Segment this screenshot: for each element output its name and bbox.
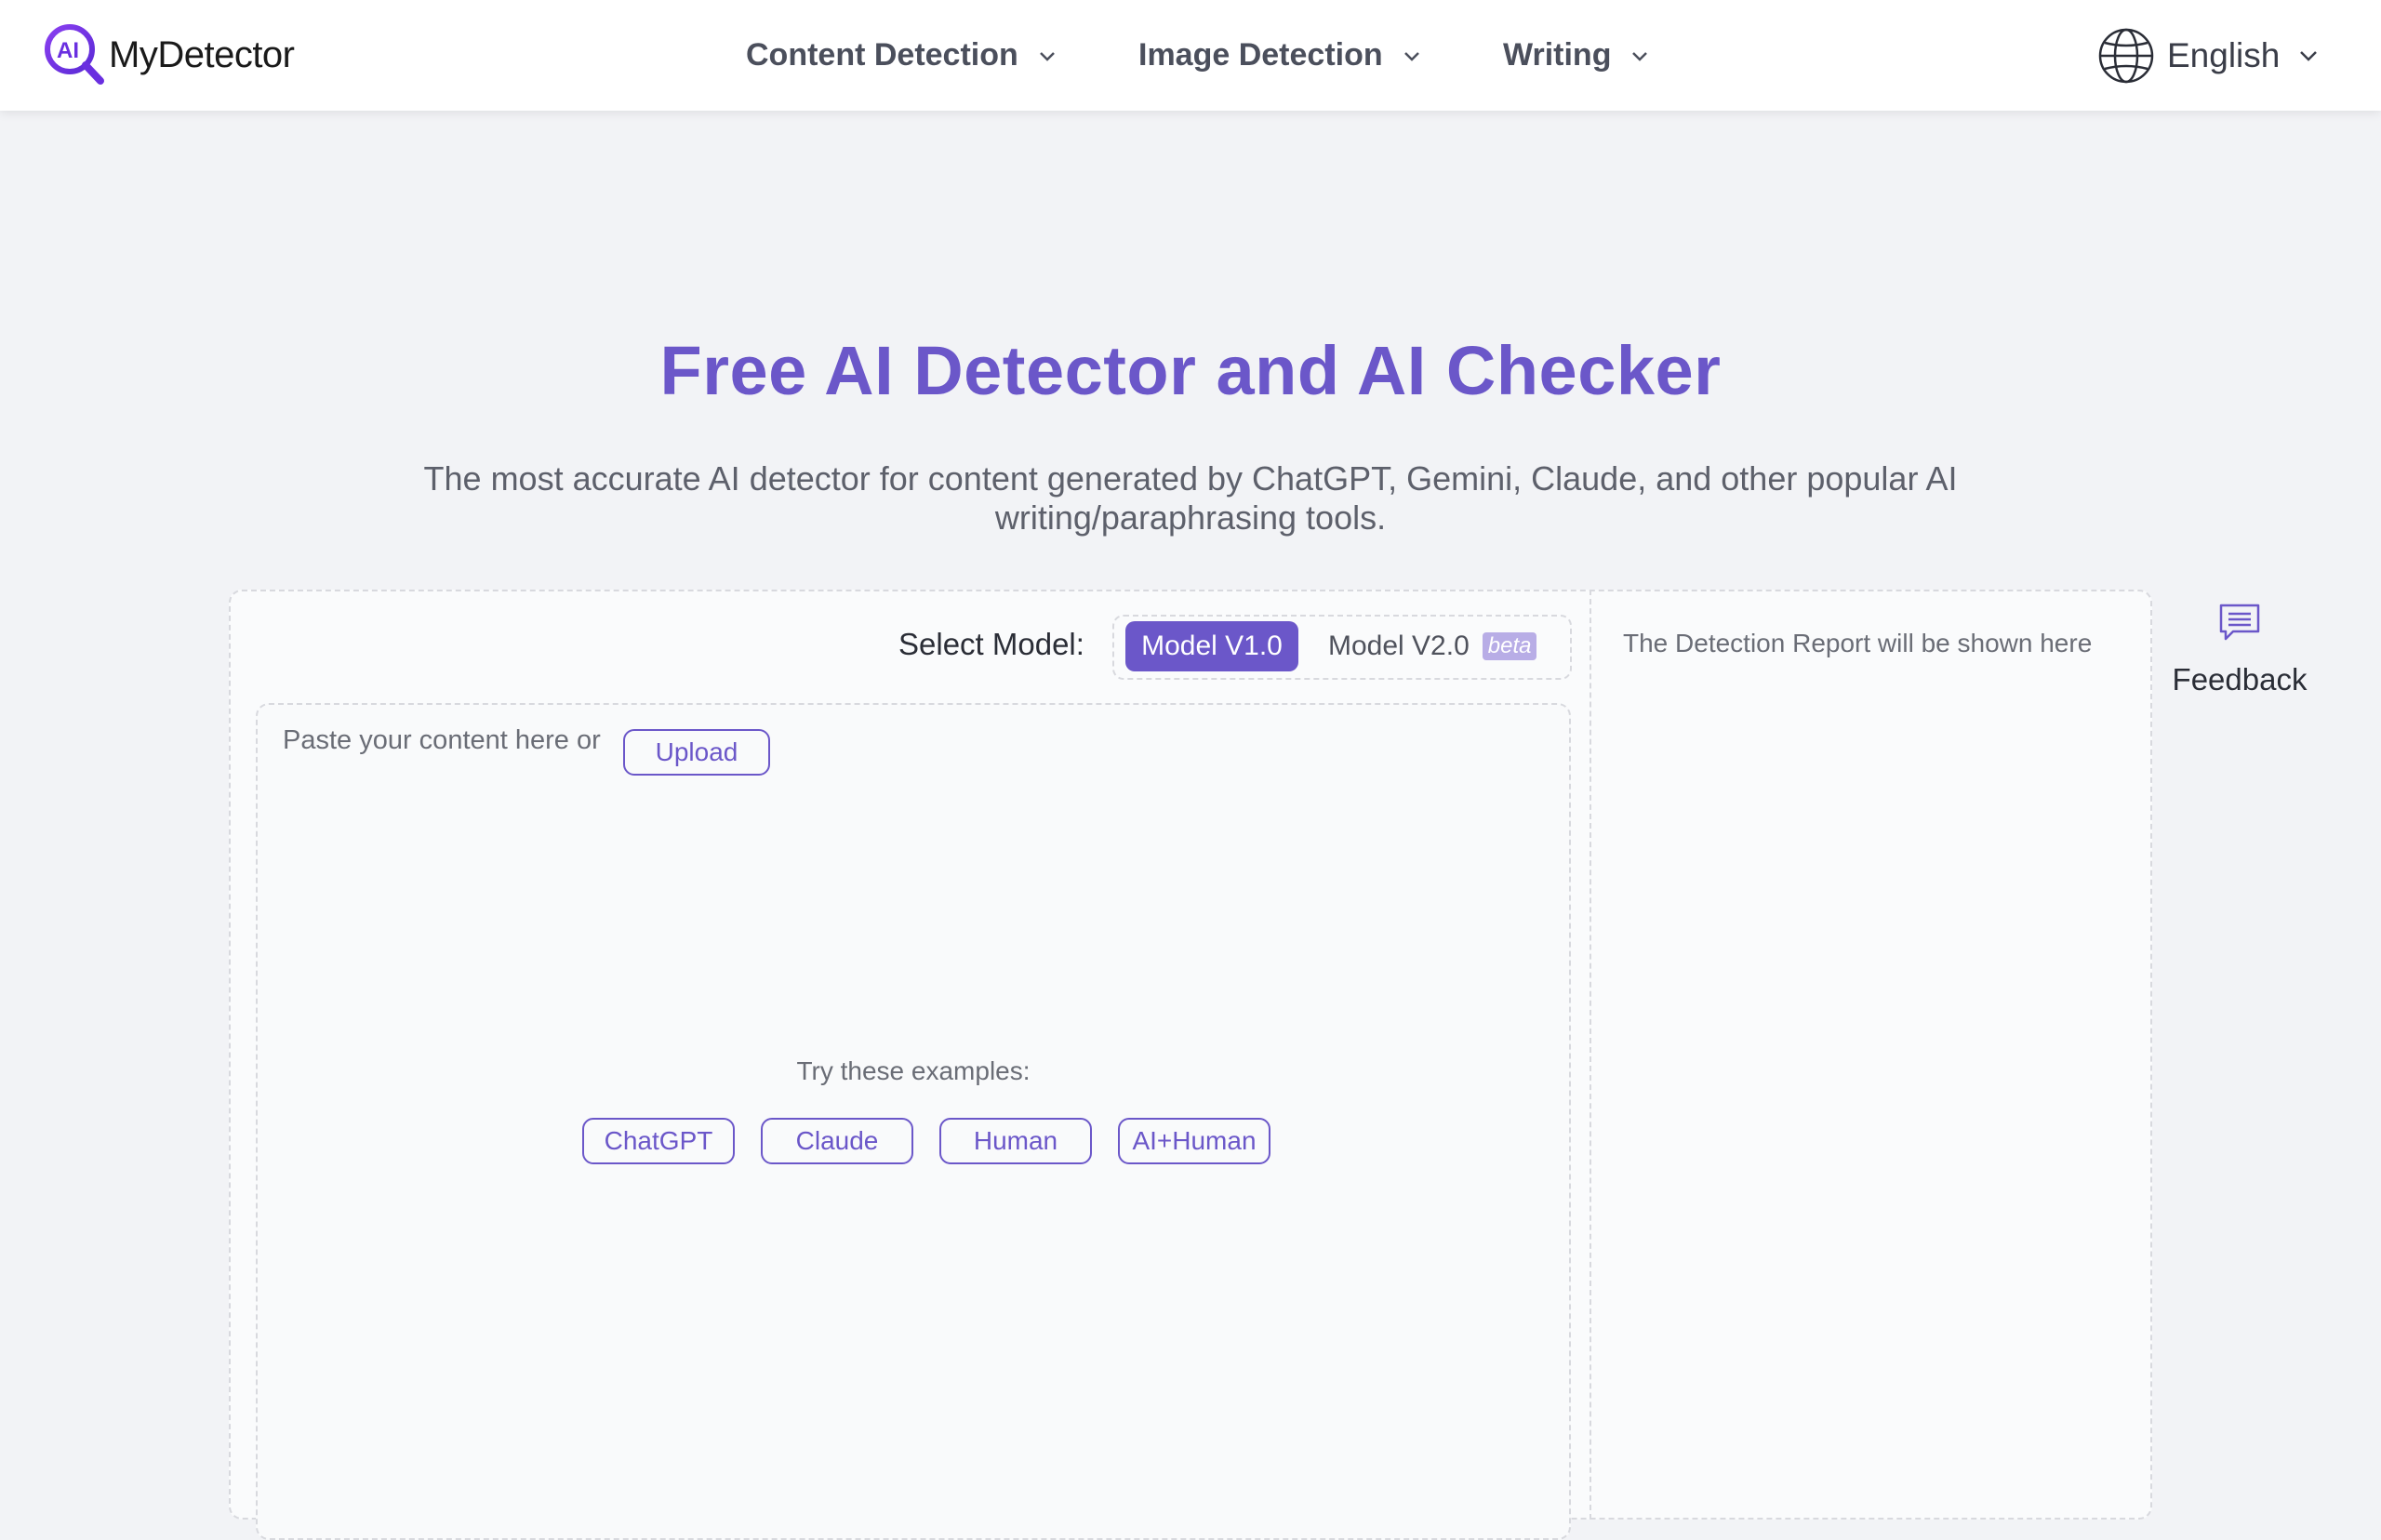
nav-label: Writing <box>1503 37 1612 73</box>
upload-button[interactable]: Upload <box>623 729 770 776</box>
example-human-button[interactable]: Human <box>939 1118 1092 1164</box>
nav-image-detection[interactable]: Image Detection <box>1138 0 1424 111</box>
beta-badge: beta <box>1482 632 1537 660</box>
language-label: English <box>2167 35 2281 74</box>
language-selector[interactable]: English <box>2096 0 2321 111</box>
logo-letters: AI <box>57 38 79 63</box>
globe-icon <box>2098 28 2154 83</box>
paste-placeholder: Paste your content here or <box>283 725 601 755</box>
chat-bubble-icon <box>2219 604 2260 641</box>
chevron-down-icon <box>2300 50 2318 61</box>
select-model-label: Select Model: <box>898 627 1084 661</box>
example-chatgpt-button[interactable]: ChatGPT <box>582 1118 735 1164</box>
example-claude-button[interactable]: Claude <box>761 1118 913 1164</box>
nav-label: Content Detection <box>746 37 1018 73</box>
model-v2-button[interactable]: Model V2.0 beta <box>1328 621 1537 671</box>
panel-divider <box>1590 590 1591 1520</box>
nav-writing[interactable]: Writing <box>1503 0 1652 111</box>
top-navbar: AI MyDetector Content Detection Image De… <box>0 0 2381 111</box>
nav-content-detection[interactable]: Content Detection <box>746 0 1059 111</box>
feedback-label: Feedback <box>2172 662 2308 697</box>
examples-label: Try these examples: <box>796 1056 1031 1085</box>
brand-name: MyDetector <box>109 33 295 75</box>
chevron-down-icon <box>1403 51 1419 61</box>
report-placeholder: The Detection Report will be shown here <box>1623 629 2093 657</box>
nav-label: Image Detection <box>1138 37 1383 73</box>
chevron-down-icon <box>1632 51 1648 61</box>
feedback-button[interactable]: Feedback <box>2167 603 2312 697</box>
model-v2-label: Model V2.0 <box>1328 631 1470 661</box>
example-ai-human-button[interactable]: AI+Human <box>1118 1118 1270 1164</box>
page-title: Free AI Detector and AI Checker <box>659 332 1722 409</box>
model-v1-button[interactable]: Model V1.0 <box>1125 621 1298 671</box>
chevron-down-icon <box>1039 51 1055 61</box>
model-v1-label: Model V1.0 <box>1141 631 1283 661</box>
content-input-area[interactable] <box>256 703 1571 1540</box>
page-subtitle: The most accurate AI detector for conten… <box>423 459 1958 537</box>
brand-logo[interactable]: AI MyDetector <box>44 23 295 86</box>
